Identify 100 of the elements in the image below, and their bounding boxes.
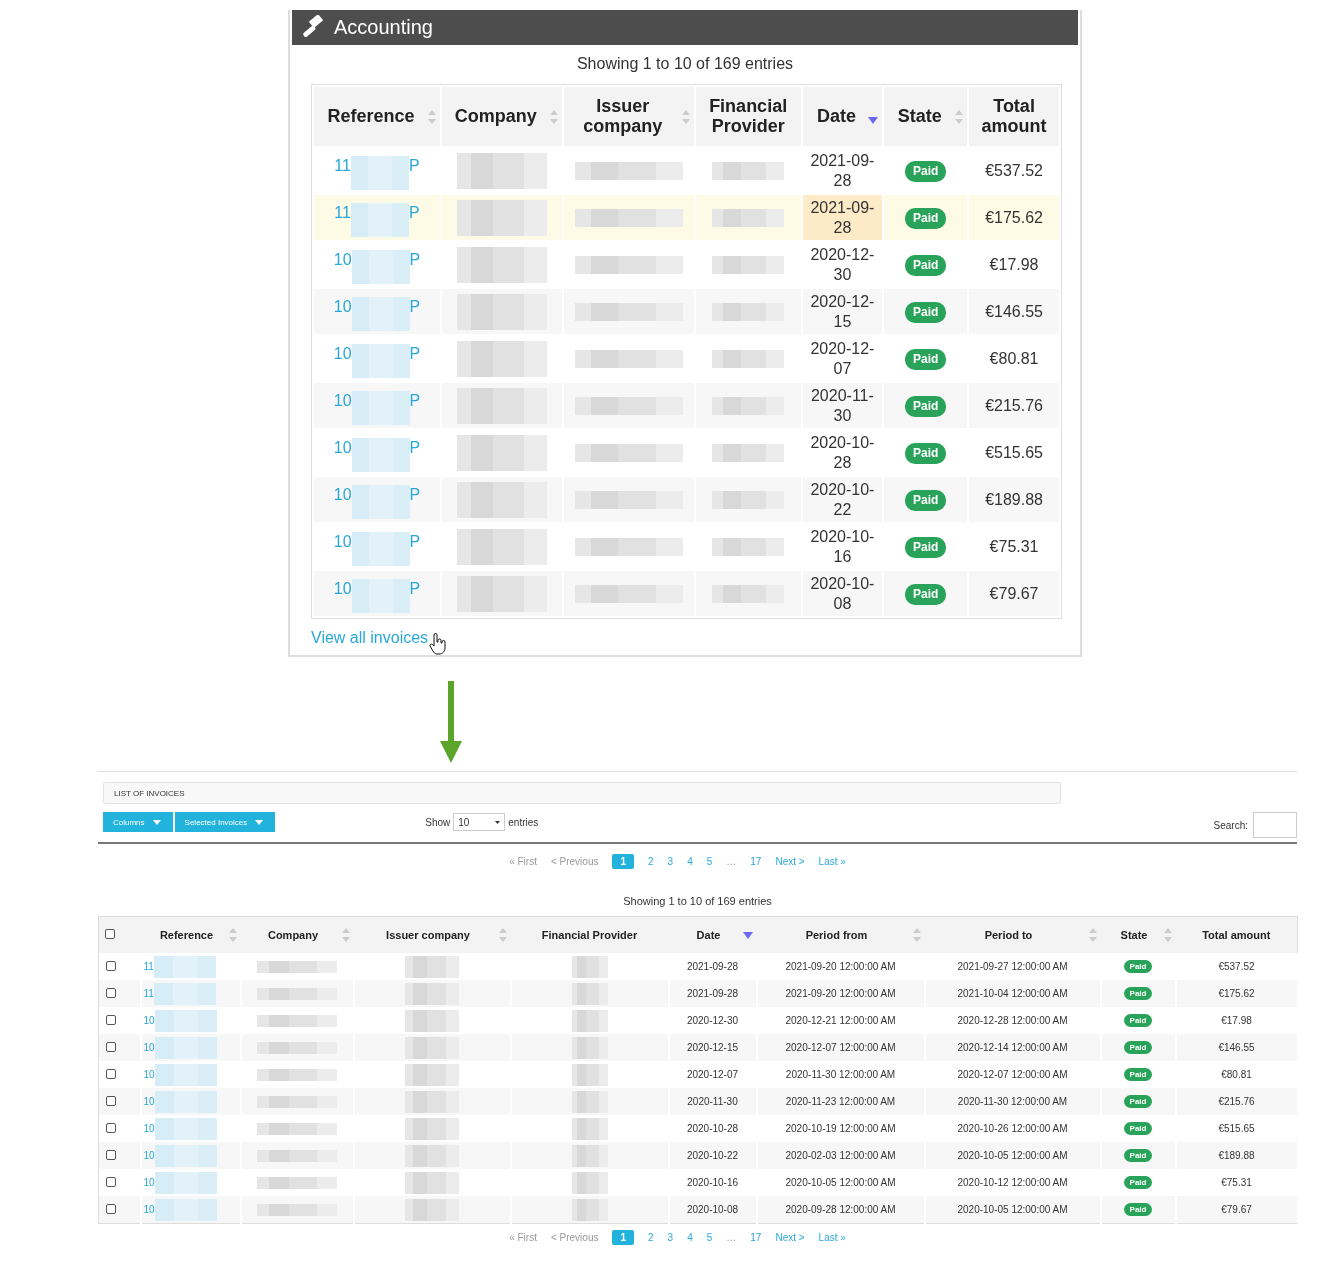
reference-link[interactable]: 10 [143, 1204, 155, 1215]
reference-link[interactable]: P [409, 250, 421, 270]
blurred-text [351, 297, 410, 331]
column-header[interactable]: Issuer company [563, 87, 694, 146]
reference-link[interactable]: 11 [143, 961, 154, 972]
reference-link[interactable]: 10 [143, 1042, 155, 1053]
column-header[interactable]: Total amount [969, 87, 1059, 146]
page-link[interactable]: 1 [612, 854, 635, 869]
page-link[interactable]: 5 [706, 854, 713, 869]
reference-link[interactable]: P [409, 532, 421, 552]
column-header[interactable]: Reference [314, 87, 440, 146]
blurred-text [153, 982, 216, 1005]
page-link[interactable]: 17 [750, 1230, 762, 1245]
column-header[interactable]: Date [802, 87, 883, 146]
row-checkbox[interactable] [106, 1203, 116, 1214]
reference-link[interactable]: 10 [333, 438, 352, 458]
entries-label: entries [508, 816, 539, 828]
status-badge: Paid [904, 348, 947, 370]
blurred-text [571, 1171, 608, 1194]
row-checkbox[interactable] [106, 1149, 116, 1160]
page-link[interactable]: 1 [612, 1230, 635, 1245]
reference-link[interactable]: P [408, 156, 420, 176]
column-header[interactable]: Financial Provider [510, 916, 669, 953]
blurred-text [405, 1117, 459, 1140]
reference-link[interactable]: 11 [143, 988, 154, 999]
reference-link[interactable]: 10 [143, 1069, 155, 1080]
reference-link[interactable]: 10 [333, 297, 352, 317]
column-header[interactable]: Company [240, 916, 354, 953]
status-badge: Paid [904, 442, 947, 464]
page-link[interactable]: 5 [706, 1230, 713, 1245]
page-link[interactable]: 3 [667, 854, 674, 869]
reference-link[interactable]: 10 [333, 532, 352, 552]
reference-link[interactable]: P [409, 579, 421, 599]
page-link[interactable]: 3 [667, 1230, 674, 1245]
column-header[interactable]: Period from [756, 916, 925, 953]
column-header[interactable]: Date [668, 916, 757, 953]
dropdown-button[interactable]: Columns [103, 812, 173, 832]
reference-link[interactable]: 10 [333, 250, 352, 270]
blurred-text [154, 1036, 217, 1059]
page-link[interactable]: 4 [687, 854, 693, 869]
period-to-cell: 2020-10-05 12:00:00 AM [924, 1196, 1101, 1224]
reference-link[interactable]: P [409, 485, 421, 505]
reference-link[interactable]: 11 [334, 156, 351, 176]
sort-descending-icon[interactable] [742, 932, 753, 941]
reference-link[interactable]: 10 [143, 1177, 155, 1188]
row-checkbox[interactable] [106, 1068, 116, 1079]
reference-link[interactable]: 10 [143, 1015, 155, 1026]
amount-cell: €215.76 [969, 383, 1059, 428]
row-checkbox[interactable] [106, 1095, 116, 1106]
reference-link[interactable]: P [409, 391, 421, 411]
status-badge: Paid [904, 489, 947, 511]
entries-info: Showing 1 to 10 of 169 entries [575, 54, 795, 74]
reference-link[interactable]: P [409, 344, 421, 364]
row-checkbox[interactable] [106, 1014, 116, 1025]
reference-link[interactable]: 10 [143, 1150, 155, 1161]
reference-link[interactable]: 11 [334, 203, 351, 223]
page-size-select[interactable]: 10 [453, 813, 506, 831]
reference-link[interactable]: 10 [333, 579, 352, 599]
column-header[interactable]: Period to [924, 916, 1101, 953]
column-header[interactable]: Issuer company [353, 916, 511, 953]
page-link[interactable]: Next > [775, 1230, 805, 1245]
reference-link[interactable]: P [408, 203, 420, 223]
reference-link[interactable]: 10 [333, 391, 352, 411]
blurred-text [571, 1009, 608, 1032]
page-link[interactable]: 4 [687, 1230, 693, 1245]
page-link[interactable]: 17 [750, 854, 762, 869]
sort-descending-icon[interactable] [868, 117, 879, 126]
blurred-text [154, 1090, 217, 1113]
dropdown-button[interactable]: Selected Invoices [174, 812, 276, 832]
row-checkbox[interactable] [106, 1176, 116, 1187]
date-cell: 2020-12-15 [802, 289, 883, 334]
reference-link[interactable]: P [409, 297, 421, 317]
page-link[interactable]: Last » [818, 854, 846, 869]
page-link[interactable]: 2 [648, 854, 654, 869]
select-all-checkbox[interactable] [105, 928, 115, 939]
page-link[interactable]: 2 [648, 1230, 654, 1245]
page-link[interactable]: Next > [775, 854, 805, 869]
reference-link[interactable]: P [409, 438, 421, 458]
row-checkbox[interactable] [106, 987, 116, 998]
column-header[interactable]: State [1100, 916, 1176, 953]
reference-link[interactable]: 10 [143, 1096, 155, 1107]
caret-icon [152, 819, 161, 825]
column-header[interactable]: Total amount [1175, 916, 1298, 953]
reference-link[interactable]: 10 [333, 344, 352, 364]
search-field[interactable] [1253, 812, 1297, 838]
column-header[interactable]: Reference [140, 916, 241, 953]
page-link[interactable]: Last » [818, 1230, 846, 1245]
column-header[interactable]: Financial Provider [695, 87, 801, 146]
status-badge: Paid [904, 254, 947, 276]
column-header[interactable]: State [884, 87, 968, 146]
date-cell: 2020-11-30 [802, 383, 883, 428]
row-checkbox[interactable] [106, 960, 116, 971]
blurred-text [351, 532, 410, 566]
reference-link[interactable]: 10 [333, 485, 352, 505]
view-all-link[interactable]: View all invoices [311, 629, 429, 646]
blurred-text [405, 955, 459, 978]
row-checkbox[interactable] [106, 1122, 116, 1133]
reference-link[interactable]: 10 [143, 1123, 155, 1134]
row-checkbox[interactable] [106, 1041, 116, 1052]
column-header[interactable]: Company [441, 87, 562, 146]
